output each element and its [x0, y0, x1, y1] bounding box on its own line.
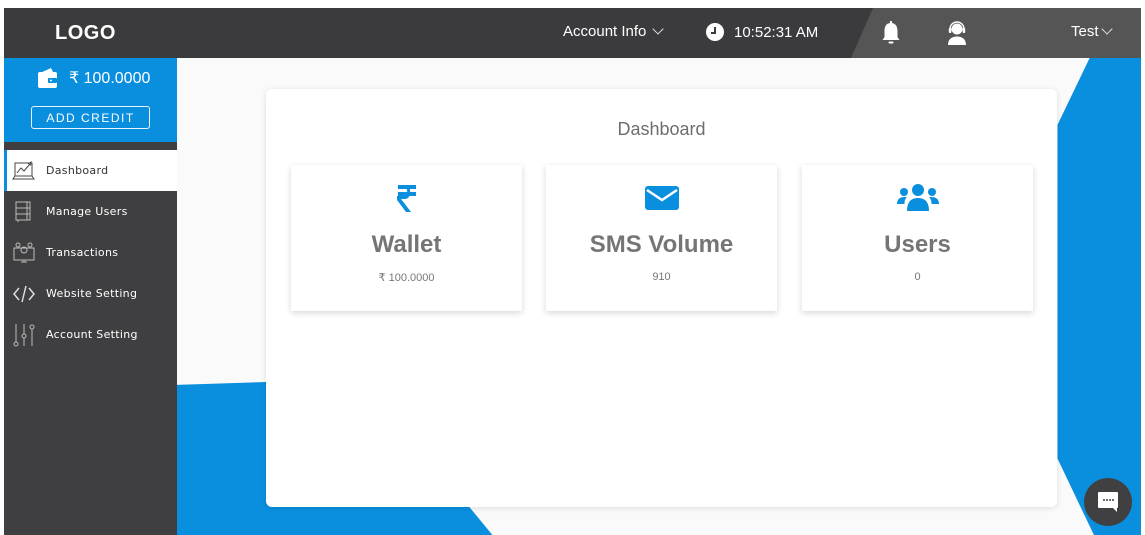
logo[interactable]: LOGO [55, 22, 116, 45]
chat-bubble-icon [1098, 492, 1118, 512]
sidebar-nav: Dashboard Manage Users Transactions Webs… [4, 150, 177, 355]
sidebar-item-label: Transactions [46, 246, 119, 259]
bell-icon[interactable] [880, 21, 902, 45]
sliders-icon [13, 323, 35, 346]
cabinet-icon [15, 201, 31, 222]
wallet-icon [38, 68, 57, 88]
chevron-down-icon [1100, 23, 1113, 35]
sidebar-item-dashboard[interactable]: Dashboard [4, 150, 177, 191]
envelope-icon [644, 186, 679, 210]
sidebar-item-website-setting[interactable]: Website Setting [4, 273, 177, 314]
sidebar-item-manage-users[interactable]: Manage Users [4, 191, 177, 232]
sidebar-item-label: Account Setting [46, 328, 138, 341]
account-info-label: Account Info [563, 23, 647, 40]
wallet-card[interactable]: Wallet ₹ 100.0000 [291, 165, 522, 311]
user-menu-dropdown[interactable]: Test [1071, 23, 1113, 40]
sidebar-item-transactions[interactable]: Transactions [4, 232, 177, 273]
card-title: Users [884, 231, 951, 258]
card-title: Wallet [371, 231, 442, 258]
sidebar: ₹ 100.0000 ADD CREDIT Dashboard Manage U… [4, 58, 177, 535]
sidebar-item-account-setting[interactable]: Account Setting [4, 314, 177, 355]
card-value: 910 [652, 271, 671, 283]
top-header: LOGO Account Info 10:52:31 AM Test [4, 8, 1141, 58]
users-icon [896, 184, 939, 211]
code-icon [13, 285, 35, 302]
current-time: 10:52:31 AM [734, 23, 819, 41]
chevron-down-icon [652, 23, 665, 35]
card-title: SMS Volume [589, 231, 734, 258]
account-info-dropdown[interactable]: Account Info [563, 23, 665, 40]
users-card[interactable]: Users 0 [802, 165, 1033, 311]
card-value: ₹ 100.0000 [378, 272, 435, 284]
sms-volume-card[interactable]: SMS Volume 910 [546, 165, 777, 311]
monitor-coins-icon [13, 242, 35, 262]
page-title: Dashboard [617, 119, 706, 139]
support-agent-icon[interactable] [947, 20, 967, 46]
app-frame: LOGO Account Info 10:52:31 AM Test ₹ 100… [4, 8, 1141, 535]
chat-button[interactable] [1084, 478, 1132, 526]
sidebar-item-label: Manage Users [46, 205, 128, 218]
sidebar-item-label: Dashboard [46, 164, 109, 177]
clock-icon [706, 23, 724, 41]
laptop-chart-icon [12, 160, 35, 179]
wallet-balance: ₹ 100.0000 [69, 70, 151, 87]
wallet-panel: ₹ 100.0000 ADD CREDIT [4, 58, 177, 142]
card-value: 0 [914, 271, 921, 283]
user-name: Test [1071, 23, 1099, 40]
clock: 10:52:31 AM [706, 23, 818, 41]
dashboard-panel: Dashboard Wallet ₹ 100.0000 SMS Volume 9… [266, 89, 1057, 507]
sidebar-item-label: Website Setting [46, 287, 138, 300]
rupee-icon [396, 185, 416, 212]
wallet-balance-row: ₹ 100.0000 [37, 67, 150, 89]
add-credit-button[interactable]: ADD CREDIT [31, 106, 150, 129]
